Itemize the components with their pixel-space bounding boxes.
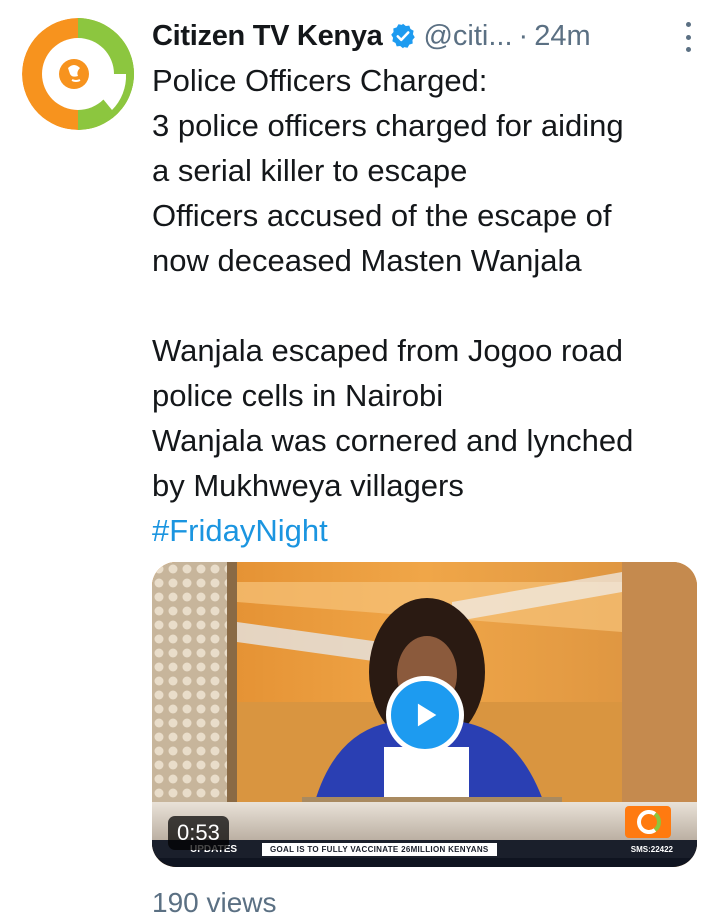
hashtag-link[interactable]: #FridayNight [152, 508, 700, 553]
tweet-line: 3 police officers charged for aiding [152, 108, 624, 143]
ticker-sms: SMS:22422 [630, 844, 673, 854]
tweet-line: Police Officers Charged: [152, 63, 488, 98]
tweet-line: by Mukhweya villagers [152, 468, 464, 503]
tweet-line: Wanjala escaped from Jogoo road [152, 333, 624, 368]
tweet-header: Citizen TV Kenya @citi... · 24m [152, 14, 691, 58]
channel-logo-icon [625, 806, 671, 838]
tweet-line: Wanjala was cornered and lynched [152, 423, 634, 458]
more-options-icon[interactable] [676, 22, 700, 52]
verified-badge-icon [389, 22, 417, 50]
video-player[interactable]: UPDATES GOAL IS TO FULLY VACCINATE 26MIL… [152, 562, 697, 867]
tweet-line: now deceased Masten Wanjala [152, 243, 582, 278]
user-handle[interactable]: @citi... [423, 20, 512, 53]
play-button[interactable] [386, 676, 464, 754]
video-duration: 0:53 [168, 816, 229, 850]
tweet-line: a serial killer to escape [152, 153, 468, 188]
avatar[interactable] [22, 18, 134, 130]
ticker-text: GOAL IS TO FULLY VACCINATE 26MILLION KEN… [262, 842, 497, 856]
display-name[interactable]: Citizen TV Kenya [152, 20, 383, 53]
tweet-line: police cells in Nairobi [152, 378, 444, 413]
separator-dot: · [518, 19, 529, 52]
view-count: 190 views [152, 887, 277, 918]
tweet-text: Police Officers Charged: 3 police office… [152, 58, 700, 553]
tweet-line: Officers accused of the escape of [152, 198, 612, 233]
timestamp[interactable]: 24m [534, 20, 590, 53]
citizen-tv-logo-icon [22, 18, 134, 130]
news-ticker: UPDATES GOAL IS TO FULLY VACCINATE 26MIL… [152, 840, 697, 858]
play-icon [417, 703, 437, 727]
